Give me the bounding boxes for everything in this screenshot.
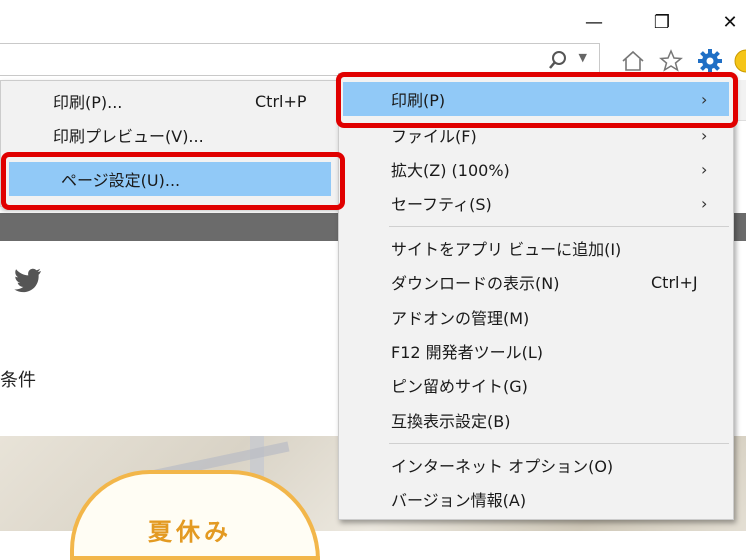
menu-item-label: ダウンロードの表示(N) [391, 274, 560, 293]
menu-item-internet-options[interactable]: インターネット オプション(O) [339, 448, 733, 482]
menu-item-print[interactable]: 印刷(P)... Ctrl+P [1, 84, 339, 118]
menu-item-dev-tools[interactable]: F12 開発者ツール(L) [339, 334, 733, 368]
menu-item-label: 印刷(P)... [53, 93, 123, 112]
smiley-feedback-icon[interactable] [733, 48, 746, 74]
menu-separator [389, 443, 729, 444]
menu-item-manage-addons[interactable]: アドオンの管理(M) [339, 300, 733, 334]
menu-item-label: 互換表示設定(B) [391, 412, 511, 431]
annotation-highlight-print [336, 72, 738, 128]
submenu-arrow-icon: › [701, 193, 708, 213]
close-button[interactable]: ✕ [712, 8, 746, 36]
menu-item-view-downloads[interactable]: ダウンロードの表示(N) Ctrl+J [339, 265, 733, 299]
twitter-icon[interactable] [12, 268, 42, 294]
favorites-star-icon[interactable] [658, 48, 684, 74]
summer-banner-text: 夏休み [148, 518, 232, 546]
menu-item-zoom[interactable]: 拡大(Z) (100%) › [339, 152, 733, 186]
menu-item-label: ピン留めサイト(G) [391, 377, 528, 396]
search-icon[interactable] [547, 49, 569, 71]
search-dropdown-icon[interactable]: ▼ [579, 51, 587, 64]
menu-item-add-to-apps[interactable]: サイトをアプリ ビューに追加(I) [339, 231, 733, 265]
menu-item-safety[interactable]: セーフティ(S) › [339, 186, 733, 220]
menu-item-label: バージョン情報(A) [391, 491, 527, 510]
annotation-highlight-page-setup [1, 152, 345, 210]
home-icon[interactable] [620, 48, 646, 74]
restore-button[interactable]: ❐ [644, 8, 680, 36]
menu-item-label: 印刷プレビュー(V)... [53, 127, 204, 146]
tools-menu: 印刷(P) › ファイル(F) › 拡大(Z) (100%) › セーフティ(S… [338, 73, 734, 520]
submenu-arrow-icon: › [701, 159, 708, 179]
menu-item-shortcut: Ctrl+P [255, 91, 307, 111]
menu-item-label: セーフティ(S) [391, 195, 492, 214]
tools-gear-icon[interactable] [697, 48, 723, 74]
menu-item-label: アドオンの管理(M) [391, 309, 530, 328]
menu-item-pinned-sites[interactable]: ピン留めサイト(G) [339, 368, 733, 402]
menu-item-print-preview[interactable]: 印刷プレビュー(V)... [1, 118, 339, 152]
menu-item-label: 拡大(Z) (100%) [391, 161, 510, 180]
menu-item-label: インターネット オプション(O) [391, 457, 614, 476]
menu-item-label: F12 開発者ツール(L) [391, 343, 544, 362]
minimize-button[interactable]: — [576, 8, 612, 36]
submenu-arrow-icon: › [701, 125, 708, 145]
menu-item-compat-view[interactable]: 互換表示設定(B) [339, 403, 733, 437]
menu-item-label: サイトをアプリ ビューに追加(I) [391, 240, 622, 259]
conditions-text: 条件 [0, 370, 36, 391]
menu-item-shortcut: Ctrl+J [651, 272, 698, 292]
menu-item-about[interactable]: バージョン情報(A) [339, 482, 733, 516]
menu-separator [389, 226, 729, 227]
